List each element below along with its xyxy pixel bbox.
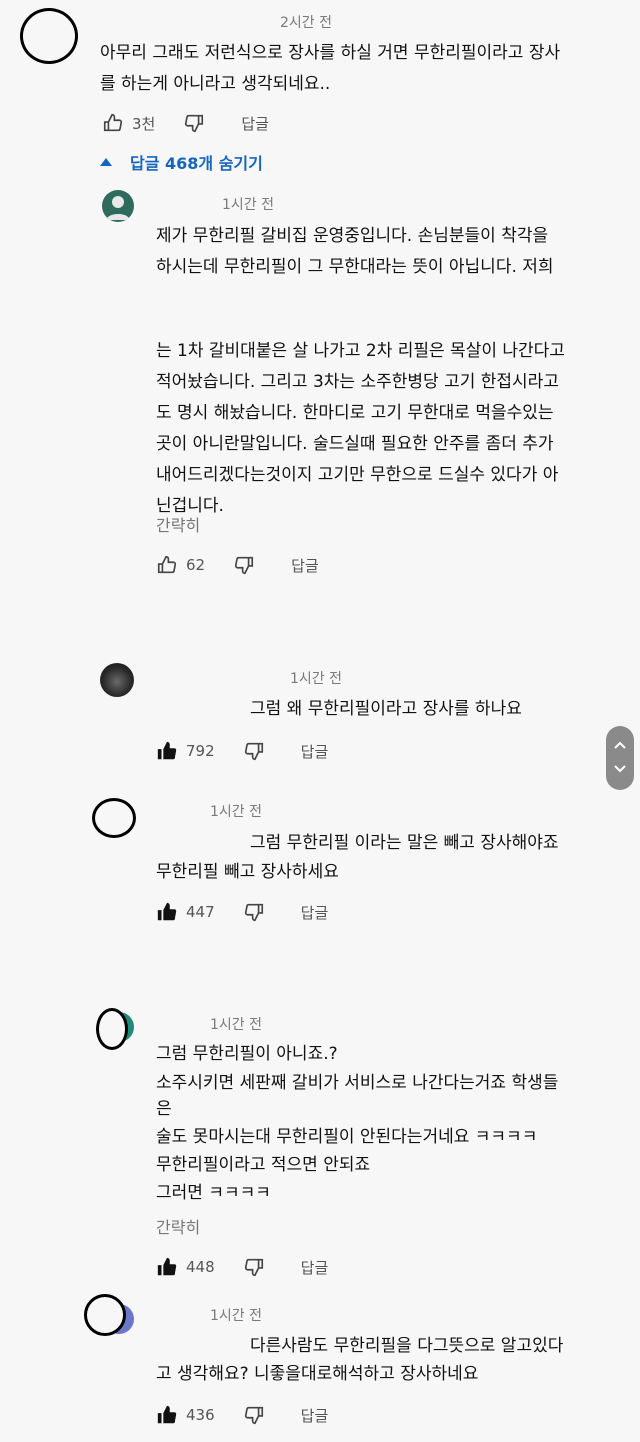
reply-actions: 62 답글 bbox=[156, 554, 319, 576]
dislike-outline-icon[interactable] bbox=[243, 1404, 265, 1426]
reply-text-line: 그럼 무한리필 이라는 말은 빼고 장사해야죠 bbox=[250, 833, 559, 853]
like-filled-icon[interactable] bbox=[156, 1256, 178, 1278]
dislike-outline-icon[interactable] bbox=[243, 901, 265, 923]
reply-time: 1시간 전 bbox=[210, 1308, 262, 1324]
like-count: 447 bbox=[186, 903, 215, 921]
reply-text-line: 그럼 왜 무한리필이라고 장사를 하나요 bbox=[250, 699, 522, 719]
like-count: 62 bbox=[186, 556, 206, 574]
comment-time: 2시간 전 bbox=[280, 15, 332, 31]
caret-up-icon bbox=[100, 158, 112, 166]
like-count: 436 bbox=[186, 1406, 215, 1424]
avatar[interactable] bbox=[102, 190, 134, 222]
like-count: 792 bbox=[186, 742, 215, 760]
show-less-button[interactable]: 간략히 bbox=[156, 512, 200, 536]
reply-text-line: 제가 무한리필 갈비집 운영중입니다. 손님분들이 착각을 bbox=[156, 226, 549, 246]
reply-button[interactable]: 답글 bbox=[301, 1405, 329, 1426]
dislike-outline-icon[interactable] bbox=[233, 554, 255, 576]
comment-text-line: 를 하는게 아니라고 생각되네요.. bbox=[100, 74, 331, 94]
reply-text-line: 그럼 무한리필이 아니죠.? bbox=[156, 1044, 338, 1064]
reply-button[interactable]: 답글 bbox=[301, 741, 329, 762]
reply-button[interactable]: 답글 bbox=[241, 113, 269, 134]
reply-button[interactable]: 답글 bbox=[301, 1257, 329, 1278]
avatar[interactable] bbox=[100, 663, 134, 697]
like-filled-icon[interactable] bbox=[156, 1404, 178, 1426]
reply-text-line: 다른사람도 무한리필을 다그뜻으로 알고있다 bbox=[250, 1336, 564, 1356]
reply-text-line: 그러면 ㅋㅋㅋㅋ bbox=[156, 1183, 271, 1203]
like-filled-icon[interactable] bbox=[156, 740, 178, 762]
reply-text-line: 고 생각해요? 니좋을대로해석하고 장사하네요 bbox=[156, 1364, 479, 1384]
reply-button[interactable]: 답글 bbox=[301, 902, 329, 923]
reply-text-line: 무한리필 빼고 장사하세요 bbox=[156, 862, 339, 882]
dislike-outline-icon[interactable] bbox=[243, 1256, 265, 1278]
reply-text-line: 하시는데 무한리필이 그 무한대라는 뜻이 아닙니다. 저희 bbox=[156, 257, 554, 277]
reply-text-line: 술도 못마시는대 무한리필이 안된다는거네요 ㅋㅋㅋㅋ bbox=[156, 1127, 538, 1147]
replies-toggle-label: 답글 468개 숨기기 bbox=[130, 154, 263, 173]
reply-text-line: 는 1차 갈비대붙은 살 나가고 2차 리필은 목살이 나간다고 bbox=[156, 341, 565, 361]
scroll-controls[interactable] bbox=[606, 726, 634, 790]
reply-actions: 447 답글 bbox=[156, 901, 328, 923]
comment-actions: 3천 답글 bbox=[102, 112, 269, 134]
comment-text-line: 아무리 그래도 저런식으로 장사를 하실 거면 무한리필이라고 장사 bbox=[100, 43, 561, 63]
reply-button[interactable]: 답글 bbox=[291, 555, 319, 576]
reply-actions: 448 답글 bbox=[156, 1256, 328, 1278]
avatar-redaction-circle bbox=[20, 8, 78, 64]
avatar-redaction-circle bbox=[92, 798, 136, 838]
reply-text-line: 도 명시 해놨습니다. 한마디로 고기 무한대로 먹을수있는 bbox=[156, 403, 554, 423]
reply-text-line: 적어놨습니다. 그리고 3차는 소주한병당 고기 한접시라고 bbox=[156, 372, 559, 392]
reply-time: 1시간 전 bbox=[290, 671, 342, 687]
like-count: 3천 bbox=[132, 114, 156, 133]
like-filled-icon[interactable] bbox=[156, 901, 178, 923]
dislike-outline-icon[interactable] bbox=[183, 112, 205, 134]
reply-text-line: 소주시키면 세판째 갈비가 서비스로 나간다는거죠 학생들 bbox=[156, 1073, 559, 1093]
reply-text-line: 무한리필이라고 적으면 안되죠 bbox=[156, 1155, 371, 1175]
show-less-button[interactable]: 간략히 bbox=[156, 1214, 200, 1238]
replies-toggle[interactable]: 답글 468개 숨기기 bbox=[100, 150, 263, 174]
chevron-down-icon bbox=[614, 765, 626, 773]
avatar-redaction-circle bbox=[84, 1294, 126, 1336]
like-outline-icon[interactable] bbox=[102, 112, 124, 134]
reply-time: 1시간 전 bbox=[222, 197, 274, 213]
reply-text-line: 곳이 아니란말입니다. 술드실때 필요한 안주를 좀더 추가 bbox=[156, 434, 554, 454]
reply-actions: 792 답글 bbox=[156, 740, 328, 762]
chevron-up-icon bbox=[614, 741, 626, 749]
dislike-outline-icon[interactable] bbox=[243, 740, 265, 762]
like-outline-icon[interactable] bbox=[156, 554, 178, 576]
reply-text-line: 은 bbox=[156, 1099, 172, 1119]
reply-text-line: 내어드리겠다는것이지 고기만 무한으로 드실수 있다가 아 bbox=[156, 465, 559, 485]
avatar-redaction-circle bbox=[96, 1008, 128, 1050]
reply-time: 1시간 전 bbox=[210, 1017, 262, 1033]
like-count: 448 bbox=[186, 1258, 215, 1276]
reply-time: 1시간 전 bbox=[210, 804, 262, 820]
reply-actions: 436 답글 bbox=[156, 1404, 328, 1426]
